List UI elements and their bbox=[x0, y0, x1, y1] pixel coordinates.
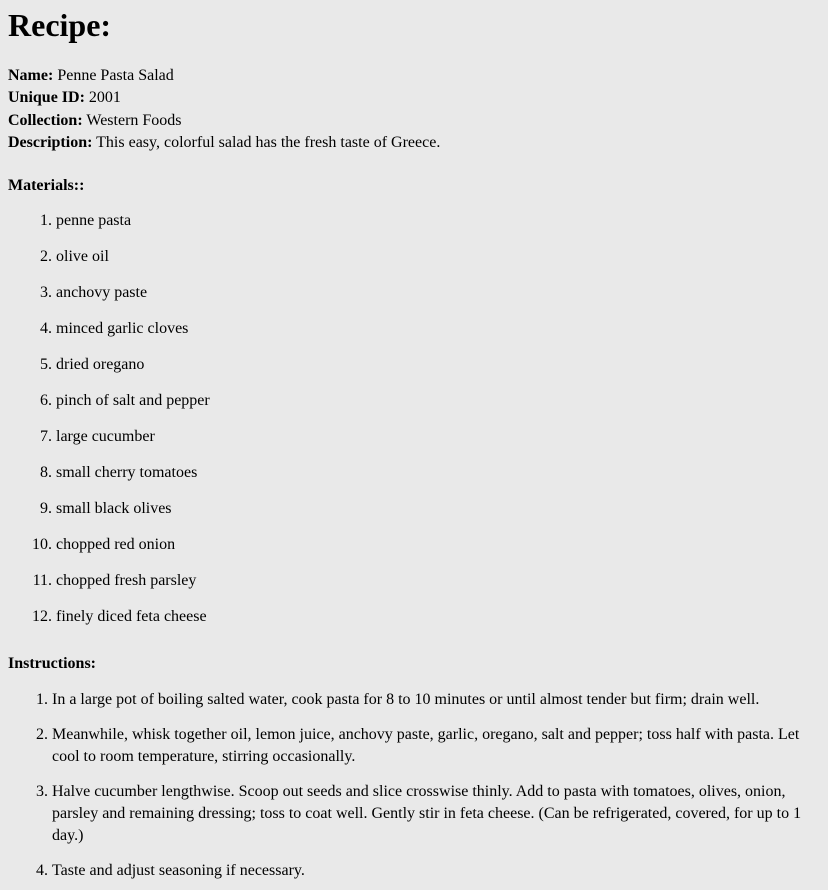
list-item: chopped fresh parsley bbox=[56, 570, 820, 592]
list-item: minced garlic cloves bbox=[56, 318, 820, 340]
description-value: This easy, colorful salad has the fresh … bbox=[96, 134, 441, 152]
list-item: finely diced feta cheese bbox=[56, 606, 820, 628]
metadata-row-unique-id: Unique ID: 2001 bbox=[8, 87, 820, 110]
instructions-section: Instructions: In a large pot of boiling … bbox=[8, 653, 820, 882]
list-item: Meanwhile, whisk together oil, lemon jui… bbox=[52, 724, 820, 768]
list-item: In a large pot of boiling salted water, … bbox=[52, 689, 820, 711]
unique-id-label: Unique ID: bbox=[8, 89, 85, 107]
list-item: small cherry tomatoes bbox=[56, 462, 820, 484]
metadata-row-description: Description: This easy, colorful salad h… bbox=[8, 132, 820, 155]
collection-value: Western Foods bbox=[86, 111, 182, 129]
recipe-metadata: Name: Penne Pasta Salad Unique ID: 2001 … bbox=[8, 65, 820, 155]
collection-label: Collection: bbox=[8, 111, 83, 129]
list-item: small black olives bbox=[56, 498, 820, 520]
recipe-page: Recipe: Name: Penne Pasta Salad Unique I… bbox=[0, 0, 828, 890]
page-title: Recipe: bbox=[8, 7, 112, 43]
materials-section: Materials:: penne pastaolive oilanchovy … bbox=[8, 175, 820, 628]
name-label: Name: bbox=[8, 66, 54, 84]
list-item: anchovy paste bbox=[56, 282, 820, 304]
unique-id-value: 2001 bbox=[88, 89, 121, 107]
list-item: dried oregano bbox=[56, 354, 820, 376]
list-item: Taste and adjust seasoning if necessary. bbox=[52, 860, 820, 882]
description-label: Description: bbox=[8, 134, 93, 152]
list-item: Halve cucumber lengthwise. Scoop out see… bbox=[52, 781, 820, 847]
instructions-heading: Instructions: bbox=[8, 654, 97, 672]
list-item: chopped red onion bbox=[56, 534, 820, 556]
list-item: olive oil bbox=[56, 246, 820, 268]
list-item: penne pasta bbox=[56, 210, 820, 232]
instructions-list: In a large pot of boiling salted water, … bbox=[8, 689, 820, 882]
list-item: large cucumber bbox=[56, 426, 820, 448]
materials-list: penne pasta olive oil anchovy paste minced … bbox=[8, 210, 820, 628]
metadata-row-name: Name: Penne Pasta Salad bbox=[8, 65, 820, 88]
list-item: pinch of salt and pepper bbox=[56, 390, 820, 412]
materials-heading: Materials:: bbox=[8, 176, 85, 194]
metadata-row-collection: Collection: Western Foods bbox=[8, 110, 820, 133]
name-value: Penne Pasta Salad bbox=[57, 66, 174, 84]
